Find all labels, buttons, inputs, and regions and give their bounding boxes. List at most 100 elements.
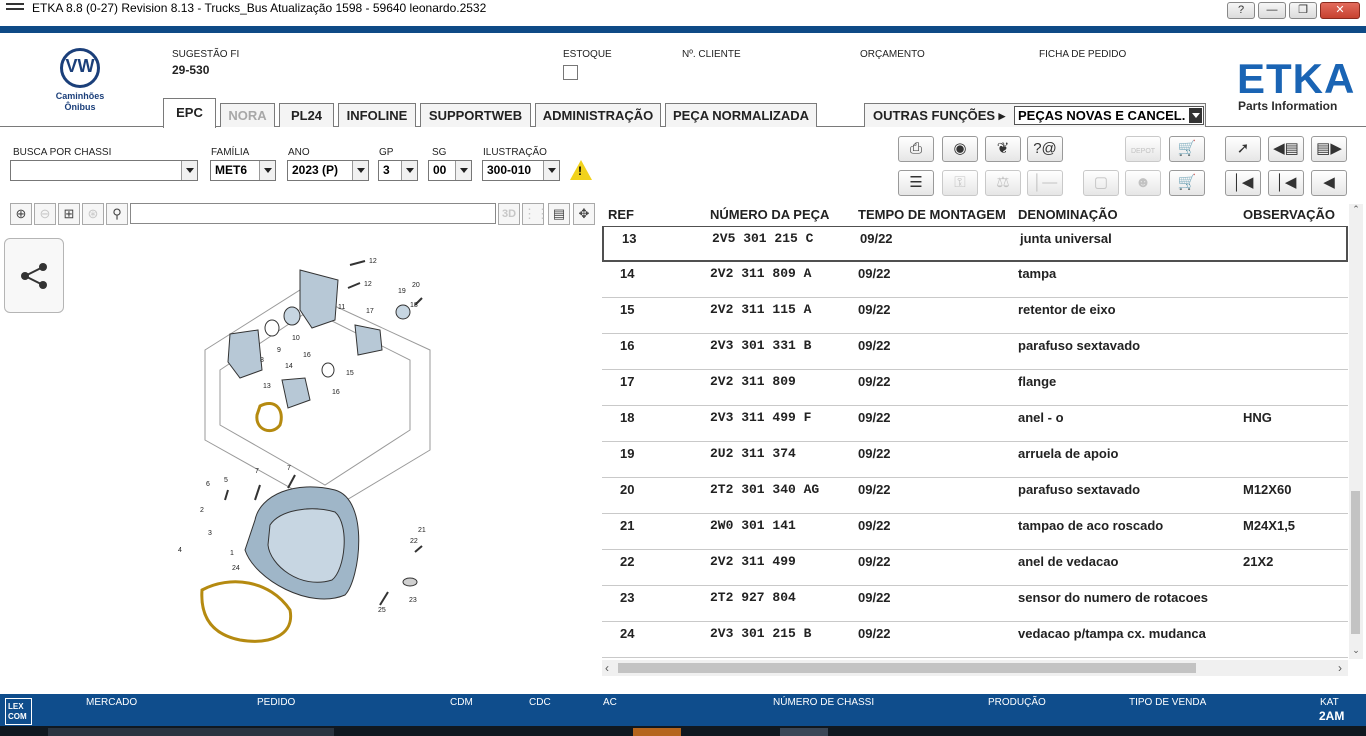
handshake-icon[interactable]: ❦ [985,136,1021,162]
cart-add-icon[interactable]: 🛒 [1169,136,1205,162]
col-numero[interactable]: NÚMERO DA PEÇA [710,207,829,222]
taskbar-app[interactable] [48,728,334,736]
status-chassi: NÚMERO DE CHASSI [773,697,875,708]
outras-funcoes-value: PEÇAS NOVAS E CANCEL. [1018,108,1186,123]
scroll-up-icon[interactable]: ⌃ [1349,204,1363,218]
col-tempo[interactable]: TEMPO DE MONTAGEM [858,207,1006,222]
search-icon[interactable]: ⚲ [106,203,128,225]
familia-combo[interactable]: MET6 [210,160,276,181]
pin-icon[interactable]: ➚ [1225,136,1261,162]
row-tempo: 09/22 [860,231,893,246]
table-row[interactable]: 23 2T2 927 804 09/22 sensor do numero de ro… [602,586,1348,622]
chevron-down-icon[interactable] [181,161,197,180]
key-icon[interactable]: ⚿ [942,170,978,196]
zoom-out-icon[interactable]: ⊖ [34,203,56,225]
vertical-scroll-thumb[interactable] [1351,491,1360,634]
col-ref[interactable]: REF [608,207,634,222]
table-vertical-scrollbar[interactable]: ⌃ ⌄ [1349,204,1363,659]
estoque-checkbox[interactable] [563,65,578,80]
person-icon[interactable]: ☻ [1125,170,1161,196]
scale-icon[interactable]: ⚖ [985,170,1021,196]
split-view-icon[interactable]: ▤ [548,203,570,225]
chevron-down-icon[interactable] [455,161,471,180]
close-button[interactable]: ✕ [1320,2,1360,19]
tab-epc[interactable]: EPC [163,98,216,128]
sg-combo[interactable]: 00 [428,160,472,181]
parts-table-body: 13 2V5 301 215 C 09/22 junta universal 14 2V2… [602,226,1348,658]
col-denominacao[interactable]: DENOMINAÇÃO [1018,207,1118,222]
scroll-down-icon[interactable]: ⌄ [1349,645,1363,659]
cd-icon[interactable]: ◉ [942,136,978,162]
etka-logo: ETKA [1237,55,1356,102]
zoom-area-icon[interactable]: ⊛ [82,203,104,225]
status-ac: AC [603,697,617,708]
chevron-down-icon[interactable] [401,161,417,180]
chevron-down-icon[interactable] [543,161,559,180]
chevron-down-icon[interactable] [352,161,368,180]
tab-infoline[interactable]: INFOLINE [338,103,416,127]
chevron-down-icon[interactable] [259,161,275,180]
ilustracao-value: 300-010 [487,163,532,177]
col-observacao[interactable]: OBSERVAÇÃO [1243,207,1335,222]
table-horizontal-scrollbar[interactable]: ‹ › [602,660,1348,676]
table-row[interactable]: 21 2W0 301 141 09/22 tampao de aco roscado M… [602,514,1348,550]
table-row[interactable]: 15 2V2 311 115 A 09/22 retentor de eixo [602,298,1348,334]
outras-funcoes-label[interactable]: OUTRAS FUNÇÕES ▸ [873,108,1005,124]
ilustracao-combo[interactable]: 300-010 [482,160,560,181]
restore-button[interactable]: ❐ [1289,2,1317,19]
table-row[interactable]: 16 2V3 301 331 B 09/22 parafuso sextavado [602,334,1348,370]
ano-value: 2023 (P) [292,163,339,177]
ano-combo[interactable]: 2023 (P) [287,160,369,181]
depot-icon[interactable]: DEPOT [1125,136,1161,162]
minimize-button[interactable]: — [1258,2,1286,19]
table-row[interactable]: 17 2V2 311 809 09/22 flange [602,370,1348,406]
horizontal-scroll-thumb[interactable] [618,663,1196,673]
share-button[interactable] [4,238,64,313]
resize-icon[interactable]: ✥ [573,203,595,225]
illustration-search-input[interactable] [130,203,496,224]
exploded-diagram[interactable]: 12 12 11 20 19 18 17 9 10 8 16 14 13 15 … [160,250,460,650]
minus-icon[interactable]: │— [1027,170,1063,196]
back-icon[interactable]: ◀ [1311,170,1347,196]
first-icon[interactable]: │◀ [1225,170,1261,196]
zoom-fit-icon[interactable]: ⊞ [58,203,80,225]
scroll-left-icon[interactable]: ‹ [605,660,609,676]
row-ref: 19 [620,446,635,461]
sg-label: SG [432,147,447,158]
outras-funcoes-select[interactable]: PEÇAS NOVAS E CANCEL. [1014,106,1204,125]
tab-supportweb[interactable]: SUPPORTWEB [420,103,531,127]
taskbar-app[interactable] [633,728,681,736]
tab-peca-normalizada[interactable]: PEÇA NORMALIZADA [665,103,817,127]
tab-pl24[interactable]: PL24 [279,103,334,127]
table-row[interactable]: 24 2V3 301 215 B 09/22 vedacao p/tampa cx. … [602,622,1348,658]
cart-icon[interactable]: 🛒 [1169,170,1205,196]
prev-page-icon[interactable]: ◀▤ [1268,136,1304,162]
help-icon[interactable]: ?@ [1027,136,1063,162]
hotspot-icon[interactable]: ⋮⋮ [522,203,549,225]
ficha-pedido-label: FICHA DE PEDIDO [1039,49,1127,60]
zoom-in-icon[interactable]: ⊕ [10,203,32,225]
table-row[interactable]: 13 2V5 301 215 C 09/22 junta universal [602,226,1348,262]
monitor-icon[interactable]: ▢ [1083,170,1119,196]
printer-icon[interactable]: ⎙ [898,136,934,162]
ilustracao-label: ILUSTRAÇÃO [483,147,547,158]
view-3d-button[interactable]: 3D [498,203,520,225]
table-row[interactable]: 22 2V2 311 499 09/22 anel de vedacao 21X2 [602,550,1348,586]
scroll-right-icon[interactable]: › [1338,660,1342,676]
tab-nora[interactable]: NORA [220,103,275,127]
prev-icon[interactable]: │◀ [1268,170,1304,196]
help-button[interactable]: ? [1227,2,1255,19]
table-row[interactable]: 19 2U2 311 374 09/22 arruela de apoio [602,442,1348,478]
next-page-icon[interactable]: ▤▶ [1311,136,1347,162]
tab-administracao[interactable]: ADMINISTRAÇÃO [535,103,661,127]
table-row[interactable]: 20 2T2 301 340 AG 09/22 parafuso sextavado M… [602,478,1348,514]
row-observacao: 21X2 [1243,554,1274,569]
chassi-combo[interactable] [10,160,198,181]
gp-combo[interactable]: 3 [378,160,418,181]
list-icon[interactable]: ☰ [898,170,934,196]
menu-icon[interactable] [6,3,24,15]
taskbar-app[interactable] [780,728,828,736]
table-row[interactable]: 18 2V3 311 499 F 09/22 anel - o HNG [602,406,1348,442]
table-row[interactable]: 14 2V2 311 809 A 09/22 tampa [602,262,1348,298]
row-numero: 2U2 311 374 [710,446,796,461]
